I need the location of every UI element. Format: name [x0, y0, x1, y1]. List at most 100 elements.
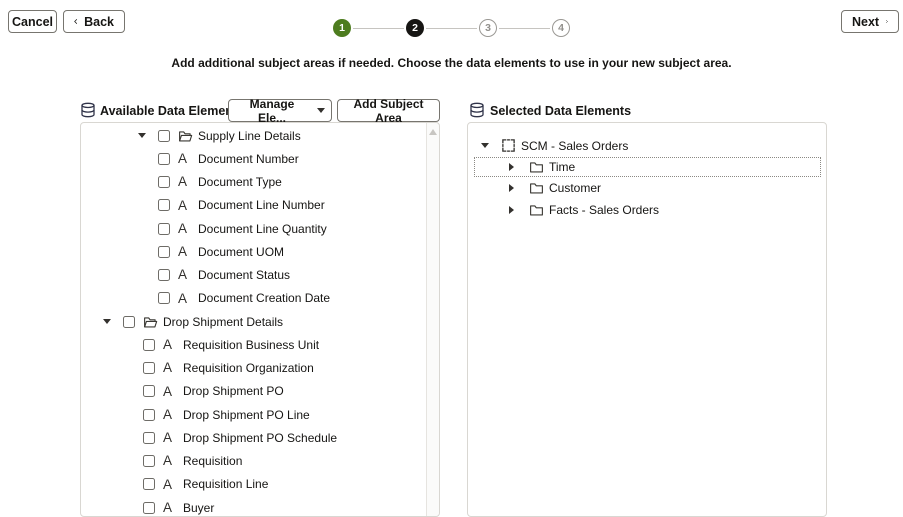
add-subject-area-button[interactable]: Add Subject Area	[337, 99, 440, 122]
tree-item[interactable]: Facts - Sales Orders	[468, 199, 826, 220]
checkbox[interactable]	[158, 246, 170, 258]
database-icon	[80, 102, 96, 118]
collapse-arrow-icon[interactable]	[481, 143, 489, 148]
tree-item-label: Drop Shipment PO Schedule	[183, 431, 337, 445]
tree-item[interactable]: ADocument Line Number	[81, 194, 425, 217]
folder-icon	[529, 203, 549, 217]
tree-item-label: Document UOM	[198, 245, 284, 259]
tree-item-label: Document Status	[198, 268, 290, 282]
tree-item[interactable]: ADrop Shipment PO Schedule	[81, 426, 425, 449]
attribute-icon: A	[178, 152, 198, 166]
selected-elements-tree: SCM - Sales Orders Time Customer Facts - Sa…	[468, 135, 826, 516]
tree-item[interactable]: ADocument Status	[81, 264, 425, 287]
step-connector	[426, 28, 477, 29]
tree-item[interactable]: ADocument Line Quantity	[81, 217, 425, 240]
available-elements-tree: Supply Line DetailsADocument NumberADocu…	[81, 124, 425, 516]
tree-item[interactable]: ARequisition Business Unit	[81, 333, 425, 356]
attribute-icon: A	[178, 245, 198, 259]
expand-arrow-icon[interactable]	[509, 206, 514, 214]
checkbox[interactable]	[143, 455, 155, 467]
step-3-indicator[interactable]: 3	[479, 19, 497, 37]
checkbox[interactable]	[123, 316, 135, 328]
available-panel-title: Available Data Elements	[100, 104, 244, 118]
tree-item-label: Requisition	[183, 454, 242, 468]
manage-elements-dropdown-button[interactable]: Manage Ele...	[228, 99, 332, 122]
tree-item[interactable]: ADocument UOM	[81, 240, 425, 263]
collapse-arrow-icon[interactable]	[138, 133, 146, 138]
folder-open-icon	[143, 315, 163, 329]
tree-item-label: Facts - Sales Orders	[549, 203, 659, 217]
checkbox[interactable]	[158, 292, 170, 304]
wizard-stepper: 1 2 3 4	[0, 19, 903, 37]
tree-item-label: Supply Line Details	[198, 129, 301, 143]
tree-item[interactable]: ADocument Type	[81, 171, 425, 194]
expand-arrow-icon[interactable]	[509, 163, 514, 171]
checkbox[interactable]	[158, 153, 170, 165]
attribute-icon: A	[163, 501, 183, 515]
tree-item[interactable]: ADrop Shipment PO Line	[81, 403, 425, 426]
selected-data-elements-panel: SCM - Sales Orders Time Customer Facts - Sa…	[467, 122, 827, 517]
tree-item-label: Drop Shipment PO	[183, 384, 284, 398]
attribute-icon: A	[163, 361, 183, 375]
tree-item-label: Buyer	[183, 501, 214, 515]
step-1-indicator[interactable]: 1	[333, 19, 351, 37]
step-2-indicator[interactable]: 2	[406, 19, 424, 37]
chevron-down-icon	[317, 108, 325, 113]
checkbox[interactable]	[143, 362, 155, 374]
tree-item[interactable]: Customer	[468, 178, 826, 199]
checkbox[interactable]	[158, 176, 170, 188]
tree-item-label: Document Creation Date	[198, 291, 330, 305]
collapse-arrow-icon[interactable]	[103, 319, 111, 324]
wizard-instruction-text: Add additional subject areas if needed. …	[0, 56, 903, 70]
tree-item-label: Document Line Number	[198, 198, 325, 212]
vertical-scrollbar[interactable]	[426, 123, 439, 516]
expand-arrow-icon[interactable]	[509, 184, 514, 192]
tree-item-label: Drop Shipment PO Line	[183, 408, 310, 422]
tree-item-label: Requisition Business Unit	[183, 338, 319, 352]
attribute-icon: A	[178, 292, 198, 306]
tree-item[interactable]: ARequisition Line	[81, 473, 425, 496]
checkbox[interactable]	[143, 385, 155, 397]
folder-open-icon	[178, 129, 198, 143]
add-subject-area-label: Add Subject Area	[344, 97, 433, 125]
selected-panel-title: Selected Data Elements	[490, 104, 631, 118]
checkbox[interactable]	[143, 339, 155, 351]
subject-area-icon	[501, 138, 521, 153]
checkbox[interactable]	[158, 199, 170, 211]
scroll-up-icon[interactable]	[429, 129, 437, 135]
tree-item[interactable]: ADocument Number	[81, 147, 425, 170]
step-connector	[499, 28, 550, 29]
tree-item[interactable]: ARequisition	[81, 450, 425, 473]
tree-item[interactable]: Drop Shipment Details	[81, 310, 425, 333]
checkbox[interactable]	[143, 478, 155, 490]
checkbox[interactable]	[158, 269, 170, 281]
tree-item-label: Document Number	[198, 152, 299, 166]
database-icon	[469, 102, 485, 118]
checkbox[interactable]	[158, 223, 170, 235]
attribute-icon: A	[163, 338, 183, 352]
tree-item[interactable]: ARequisition Organization	[81, 357, 425, 380]
attribute-icon: A	[163, 385, 183, 399]
tree-item[interactable]: Time	[468, 156, 826, 177]
tree-item-label: SCM - Sales Orders	[521, 139, 628, 153]
tree-item[interactable]: ABuyer	[81, 496, 425, 516]
available-data-elements-panel: Supply Line DetailsADocument NumberADocu…	[80, 122, 440, 517]
checkbox[interactable]	[158, 130, 170, 142]
tree-item-label: Time	[549, 160, 575, 174]
attribute-icon: A	[178, 199, 198, 213]
tree-item-label: Customer	[549, 181, 601, 195]
tree-item[interactable]: Supply Line Details	[81, 124, 425, 147]
tree-item[interactable]: ADrop Shipment PO	[81, 380, 425, 403]
folder-icon	[529, 181, 549, 195]
checkbox[interactable]	[143, 409, 155, 421]
tree-item-label: Drop Shipment Details	[163, 315, 283, 329]
tree-item[interactable]: SCM - Sales Orders	[468, 135, 826, 156]
tree-item[interactable]: ADocument Creation Date	[81, 287, 425, 310]
tree-item-label: Document Line Quantity	[198, 222, 327, 236]
step-4-indicator[interactable]: 4	[552, 19, 570, 37]
tree-item-label: Document Type	[198, 175, 282, 189]
checkbox[interactable]	[143, 502, 155, 514]
checkbox[interactable]	[143, 432, 155, 444]
attribute-icon: A	[163, 454, 183, 468]
tree-item-label: Requisition Line	[183, 477, 268, 491]
